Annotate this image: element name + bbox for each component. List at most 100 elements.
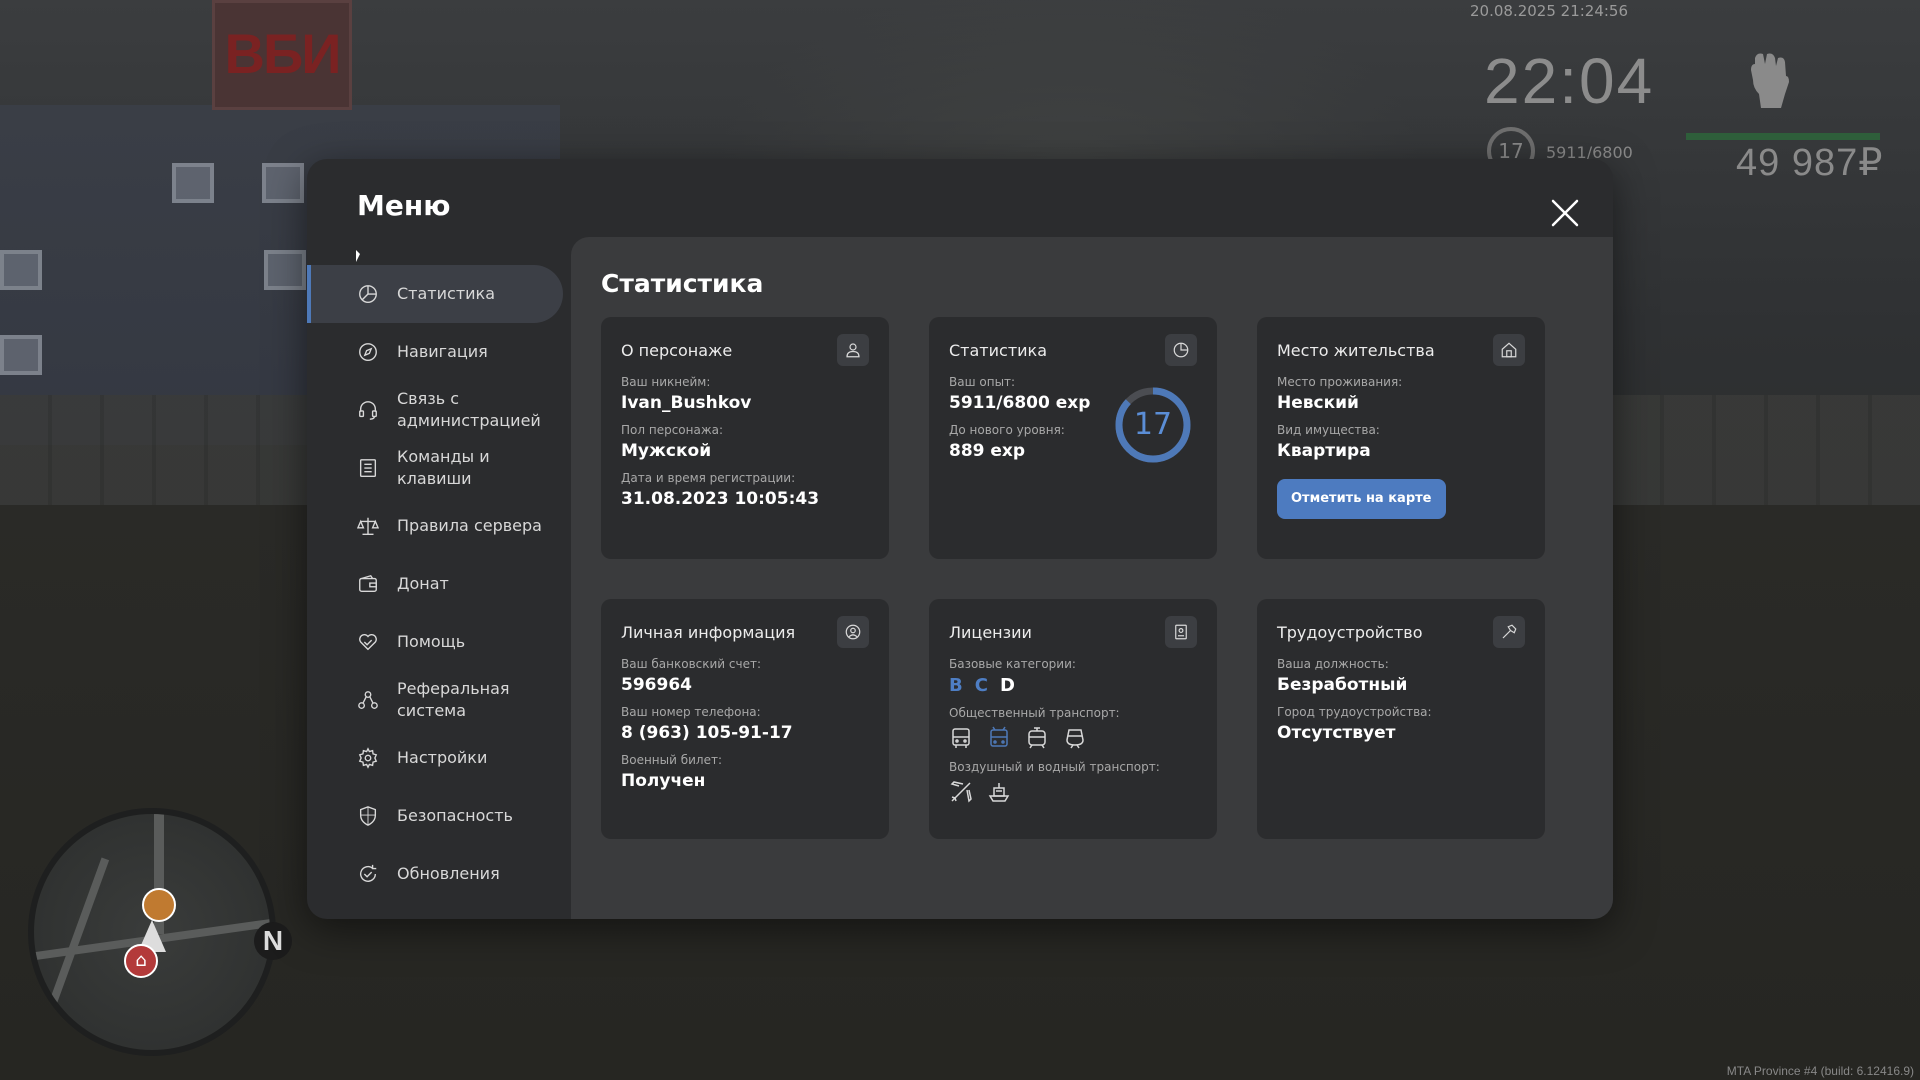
position-value: Безработный xyxy=(1277,675,1408,695)
sidebar-item-label: Навигация xyxy=(397,342,488,361)
property-type-label: Вид имущества: xyxy=(1277,423,1380,437)
sidebar-item-updates[interactable]: Обновления xyxy=(307,845,563,903)
place-value: Невский xyxy=(1277,393,1359,413)
card-title: Статистика xyxy=(949,340,1047,360)
sidebar-item-label: Безопасность xyxy=(397,806,513,825)
public-transport-icons xyxy=(949,726,1197,750)
license-category-d: D xyxy=(999,675,1015,696)
train-icon xyxy=(1063,726,1087,750)
sidebar-item-settings[interactable]: Настройки xyxy=(307,729,563,787)
sidebar-item-referral[interactable]: Реферальная система xyxy=(307,671,563,729)
sidebar-item-help[interactable]: Помощь xyxy=(307,613,563,671)
gender-value: Мужской xyxy=(621,441,712,461)
boat-icon xyxy=(987,780,1011,804)
background-sign: ВБИ xyxy=(212,0,352,110)
sidebar-item-statistics[interactable]: Статистика xyxy=(307,265,563,323)
sidebar-item-label: Статистика xyxy=(397,284,495,303)
house-blip-icon: ⌂ xyxy=(124,944,158,978)
registration-label: Дата и время регистрации: xyxy=(621,471,796,485)
sign-text: ВБИ xyxy=(224,22,342,85)
card-character: О персонаже Ваш никнейм: Ivan_Bushkov По… xyxy=(601,317,889,559)
building-window xyxy=(0,250,42,290)
air-water-transport-label: Воздушный и водный транспорт: xyxy=(949,760,1160,774)
card-title: Трудоустройство xyxy=(1277,622,1423,642)
registration-value: 31.08.2023 10:05:43 xyxy=(621,489,820,509)
content-area: Статистика О персонаже Ваш никнейм: Ivan… xyxy=(571,237,1613,919)
sidebar-item-label: Команды и клавиши xyxy=(397,447,490,488)
gear-icon xyxy=(357,747,379,769)
hammer-icon xyxy=(1493,616,1525,648)
building-window xyxy=(262,163,304,203)
sidebar-item-navigation[interactable]: Навигация xyxy=(307,323,563,381)
building-window xyxy=(0,335,42,375)
pie-chart-icon xyxy=(357,283,379,305)
sidebar-item-label: Настройки xyxy=(397,748,488,767)
license-icon xyxy=(1165,616,1197,648)
card-title: О персонаже xyxy=(621,340,733,360)
pie-chart-icon xyxy=(1165,334,1197,366)
heart-hand-icon xyxy=(357,631,379,653)
level-progress-ring: 17 xyxy=(1113,385,1193,465)
sidebar-item-label: Правила сервера xyxy=(397,516,542,535)
military-label: Военный билет: xyxy=(621,753,723,767)
card-title: Место жительства xyxy=(1277,340,1435,360)
user-circle-icon xyxy=(837,616,869,648)
sidebar-item-commands[interactable]: Команды и клавиши xyxy=(307,439,563,497)
card-title: Лицензии xyxy=(949,622,1032,642)
hud-datetime: 20.08.2025 21:24:56 xyxy=(1470,2,1629,20)
update-icon xyxy=(357,863,379,885)
building-window xyxy=(264,250,306,290)
sidebar-item-label: Реферальная система xyxy=(397,679,510,720)
menu-title: Меню xyxy=(357,189,451,222)
property-type-value: Квартира xyxy=(1277,441,1371,461)
phone-label: Ваш номер телефона: xyxy=(621,705,761,719)
hud-clock: 22:04 xyxy=(1484,45,1655,117)
minimap-north: N xyxy=(254,922,292,960)
shield-icon xyxy=(357,805,379,827)
sidebar-item-donate[interactable]: Донат xyxy=(307,555,563,613)
place-label: Место проживания: xyxy=(1277,375,1403,389)
compass-icon xyxy=(357,341,379,363)
sidebar-item-label: Помощь xyxy=(397,632,466,651)
sidebar: Статистика Навигация Связь с администрац… xyxy=(307,265,563,903)
house-icon xyxy=(1493,334,1525,366)
headset-icon xyxy=(357,399,379,421)
base-categories-label: Базовые категории: xyxy=(949,657,1076,671)
mouse-cursor-icon xyxy=(356,250,360,262)
mark-on-map-button[interactable]: Отметить на карте xyxy=(1277,479,1446,519)
nickname-label: Ваш никнейм: xyxy=(621,375,711,389)
public-transport-label: Общественный транспорт: xyxy=(949,706,1120,720)
position-label: Ваша должность: xyxy=(1277,657,1389,671)
gender-label: Пол персонажа: xyxy=(621,423,724,437)
sidebar-item-admin-contact[interactable]: Связь с администрацией xyxy=(307,381,563,439)
license-categories: B C D xyxy=(949,675,1197,696)
card-personal-info: Личная информация Ваш банковский счет: 5… xyxy=(601,599,889,839)
air-water-transport-icons xyxy=(949,780,1197,804)
fist-icon xyxy=(1745,50,1793,110)
license-category-b: B xyxy=(949,675,963,696)
card-statistics: Статистика Ваш опыт: 5911/6800 exp До но… xyxy=(929,317,1217,559)
menu-panel: Меню Статистика Навигация Связь с админи… xyxy=(307,159,1613,919)
tram-icon xyxy=(1025,726,1049,750)
card-residence: Место жительства Место проживания: Невск… xyxy=(1257,317,1545,559)
card-title: Личная информация xyxy=(621,622,796,642)
wallet-icon xyxy=(357,573,379,595)
scales-icon xyxy=(356,515,380,537)
sidebar-item-label: Обновления xyxy=(397,864,500,883)
document-icon xyxy=(357,457,379,479)
nickname-value: Ivan_Bushkov xyxy=(621,393,752,413)
close-button[interactable] xyxy=(1547,195,1583,231)
hud-money: 49 987₽ xyxy=(1736,142,1884,184)
card-licenses: Лицензии Базовые категории: B C D Общест… xyxy=(929,599,1217,839)
close-icon xyxy=(1551,199,1579,227)
sidebar-item-rules[interactable]: Правила сервера xyxy=(307,497,563,555)
sidebar-item-security[interactable]: Безопасность xyxy=(307,787,563,845)
employment-city-label: Город трудоустройства: xyxy=(1277,705,1432,719)
level-number: 17 xyxy=(1133,407,1173,442)
hud-health-bar xyxy=(1686,133,1880,140)
sidebar-item-label: Связь с администрацией xyxy=(397,389,541,430)
build-info: MTA Province #4 (build: 6.12416.9) xyxy=(1726,1064,1914,1078)
bank-value: 596964 xyxy=(621,675,692,695)
building-window xyxy=(172,163,214,203)
minimap-blip-icon xyxy=(142,888,176,922)
